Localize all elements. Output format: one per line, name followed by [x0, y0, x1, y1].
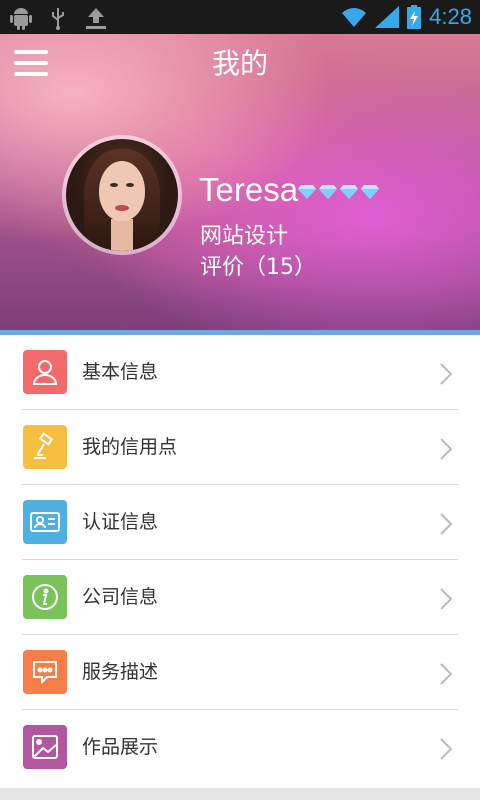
menu-item-credit-points[interactable]: 我的信用点	[0, 410, 480, 485]
profile-name: Teresa	[199, 171, 299, 208]
menu-list: 基本信息 我的信用点 认证信息 公司信息 服务描述 作品展示	[0, 335, 480, 785]
chevron-right-icon	[440, 438, 453, 460]
chevron-right-icon	[440, 363, 453, 385]
profile-job: 网站设计	[200, 224, 289, 249]
menu-item-verification[interactable]: 认证信息	[0, 485, 480, 560]
profile-header: 我的 Teresa 网站设计 评价（15）	[0, 34, 480, 330]
battery-charging-icon	[407, 5, 422, 29]
diamond-icon	[298, 185, 316, 199]
menu-item-label: 基本信息	[82, 361, 159, 383]
menu-item-portfolio[interactable]: 作品展示	[0, 710, 480, 785]
info-icon	[23, 575, 67, 619]
bottom-strip	[0, 788, 480, 800]
signal-icon	[375, 6, 400, 28]
avatar[interactable]	[62, 135, 182, 255]
menu-item-label: 公司信息	[82, 586, 159, 608]
wifi-icon	[342, 8, 367, 27]
diamond-rating	[298, 185, 379, 199]
gavel-icon	[23, 425, 67, 469]
user-icon	[23, 350, 67, 394]
chevron-right-icon	[440, 513, 453, 535]
usb-icon	[52, 8, 64, 30]
status-time: 4:28	[429, 4, 472, 29]
menu-item-service-description[interactable]: 服务描述	[0, 635, 480, 710]
id-card-icon	[23, 500, 67, 544]
page-title: 我的	[211, 47, 268, 80]
diamond-icon	[319, 185, 337, 199]
avatar-photo	[66, 139, 178, 251]
download-icon	[86, 8, 106, 29]
diamond-icon	[340, 185, 358, 199]
profile-rating[interactable]: 评价（15）	[200, 253, 316, 283]
menu-item-label: 作品展示	[82, 736, 159, 758]
menu-item-basic-info[interactable]: 基本信息	[0, 335, 480, 410]
chevron-right-icon	[440, 663, 453, 685]
chat-bubble-icon	[23, 650, 67, 694]
android-icon	[10, 8, 32, 30]
picture-icon	[23, 725, 67, 769]
status-bar: 4:28	[0, 0, 480, 34]
menu-item-company-info[interactable]: 公司信息	[0, 560, 480, 635]
chevron-right-icon	[440, 738, 453, 760]
diamond-icon	[361, 185, 379, 199]
menu-item-label: 我的信用点	[82, 436, 178, 458]
chevron-right-icon	[440, 588, 453, 610]
menu-item-label: 服务描述	[82, 661, 159, 683]
menu-item-label: 认证信息	[82, 511, 159, 533]
